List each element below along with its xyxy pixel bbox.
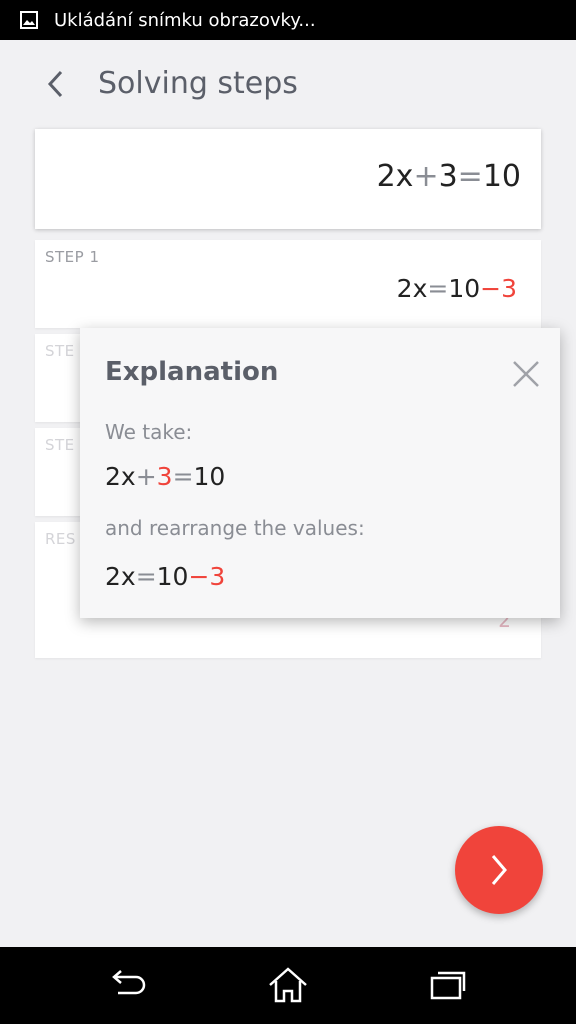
- close-button[interactable]: [510, 358, 542, 390]
- close-icon: [513, 361, 539, 387]
- chevron-right-icon: [491, 855, 507, 885]
- eq2-equals: =: [135, 562, 157, 591]
- step-label: STE: [45, 342, 75, 360]
- equation-equals: =: [457, 159, 483, 194]
- equation-rhs: 10: [482, 159, 521, 194]
- image-icon: [20, 11, 38, 29]
- eq2-rhs: 10: [156, 562, 189, 591]
- nav-back-button[interactable]: [106, 965, 150, 1005]
- explanation-title: Explanation: [105, 357, 279, 387]
- step-rhs: 10: [448, 274, 481, 303]
- explanation-dialog: Explanation We take: 2x+3=10 and rearran…: [80, 328, 560, 618]
- step-equals: =: [427, 274, 449, 303]
- next-step-button[interactable]: [455, 826, 543, 914]
- explanation-equation-1: 2x+3=10: [105, 462, 225, 491]
- chevron-left-icon: [47, 70, 63, 98]
- eq2-operator: −: [188, 562, 210, 591]
- nav-recents-button[interactable]: [426, 965, 470, 1005]
- explanation-line-2: and rearrange the values:: [105, 516, 365, 540]
- step-num: 3: [501, 274, 517, 303]
- step-label: STEP 1: [45, 248, 100, 266]
- equation-display: 2x+3=10: [377, 159, 521, 194]
- page-title: Solving steps: [98, 66, 298, 101]
- recents-icon: [430, 971, 466, 1000]
- eq1-rhs: 10: [193, 462, 226, 491]
- result-label: RES: [45, 530, 76, 548]
- step-card-1[interactable]: STEP 1 2x=10−3: [35, 240, 541, 328]
- eq1-lhs: 2x: [105, 462, 136, 491]
- step-equation: 2x=10−3: [397, 274, 517, 303]
- eq2-lhs: 2x: [105, 562, 136, 591]
- status-text: Ukládání snímku obrazovky...: [54, 9, 316, 31]
- navigation-bar: [0, 947, 576, 1024]
- back-icon: [112, 970, 146, 995]
- status-bar: Ukládání snímku obrazovky...: [0, 0, 576, 40]
- equation-lhs: 2x: [376, 159, 414, 194]
- step-label: STE: [45, 436, 75, 454]
- eq2-num: 3: [209, 562, 226, 591]
- equation-operator: +: [413, 159, 439, 194]
- home-icon: [269, 967, 307, 1003]
- step-lhs: 2x: [396, 274, 428, 303]
- explanation-line-1: We take:: [105, 420, 193, 444]
- explanation-equation-2: 2x=10−3: [105, 562, 225, 591]
- header: Solving steps: [0, 40, 576, 128]
- step-operator: −: [480, 274, 502, 303]
- eq1-equals: =: [172, 462, 194, 491]
- equation-num: 3: [438, 159, 458, 194]
- eq1-num: 3: [156, 462, 173, 491]
- eq1-operator: +: [135, 462, 157, 491]
- equation-card[interactable]: 2x+3=10: [35, 129, 541, 229]
- back-button[interactable]: [36, 64, 76, 104]
- nav-home-button[interactable]: [266, 965, 310, 1005]
